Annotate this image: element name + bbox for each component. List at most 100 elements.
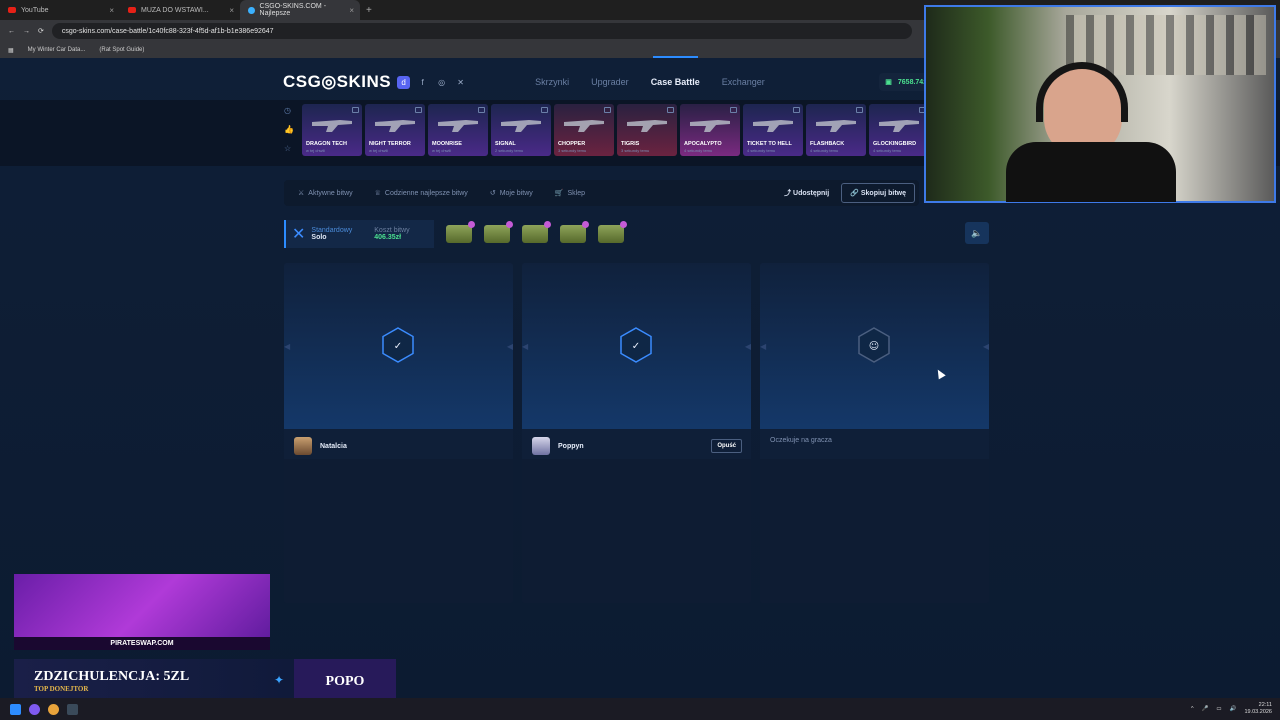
- tab-title: YouTube: [21, 6, 49, 14]
- site-logo[interactable]: CSG◎SKINS: [283, 72, 391, 92]
- weapon-icon: [375, 120, 415, 132]
- subnav-my-battles[interactable]: ↺ Moje bitwy: [489, 189, 533, 198]
- donor-sub: TOP DONEJTOR: [34, 685, 89, 693]
- app-icon[interactable]: [67, 703, 78, 715]
- drop-card[interactable]: TIGRIS 3 sekundy temu: [617, 104, 677, 156]
- copy-battle-button[interactable]: 🔗 Skopiuj bitwę: [841, 183, 915, 203]
- start-icon[interactable]: [10, 703, 21, 715]
- nav-upgrader[interactable]: Upgrader: [591, 77, 629, 87]
- case-icon[interactable]: [484, 221, 513, 243]
- drop-name: GLOCKINGBIRD: [873, 141, 917, 147]
- leave-button[interactable]: Opuść: [711, 439, 742, 453]
- apps-icon[interactable]: ▦: [8, 47, 14, 54]
- new-tab-button[interactable]: +: [366, 5, 372, 16]
- drop-card[interactable]: DRAGON TECH w tej chwili: [302, 104, 362, 156]
- close-icon[interactable]: ×: [109, 6, 114, 15]
- avatar: [294, 437, 312, 455]
- case-icon: [541, 107, 548, 113]
- subnav-daily-best[interactable]: ♕ Codzienne najlepsze bitwy: [375, 189, 468, 198]
- clock[interactable]: 22:11 19.03.2026: [1244, 702, 1272, 716]
- link-icon: 🔗: [850, 190, 859, 197]
- history-icon[interactable]: ◷: [284, 106, 294, 115]
- case-icon[interactable]: [560, 221, 589, 243]
- drop-card[interactable]: CHOPPER 3 sekundy temu: [554, 104, 614, 156]
- case-icon[interactable]: [598, 221, 627, 243]
- drop-card[interactable]: FLASHBACK 4 sekundy temu: [806, 104, 866, 156]
- case-icon[interactable]: [522, 221, 551, 243]
- app-icon[interactable]: [29, 703, 40, 715]
- url-field[interactable]: csgo-skins.com/case-battle/1c40fc88-323f…: [51, 23, 912, 39]
- player-name: Poppyn: [558, 442, 584, 450]
- discord-icon[interactable]: d: [397, 75, 411, 89]
- swords-icon: ⚔: [298, 190, 305, 197]
- nav-exchanger[interactable]: Exchanger: [722, 77, 765, 87]
- reload-icon[interactable]: ⟳: [38, 27, 44, 35]
- chevron-up-icon[interactable]: ^: [1191, 706, 1194, 712]
- drop-card[interactable]: APOCALYPTO 4 sekundy temu: [680, 104, 740, 156]
- case-icon: [793, 107, 800, 113]
- subnav-shop[interactable]: 🛒 Sklep: [555, 189, 585, 198]
- browser-tab-youtube[interactable]: YouTube ×: [0, 0, 120, 20]
- drop-card[interactable]: GLOCKINGBIRD 4 sekundy temu: [869, 104, 929, 156]
- arrow-right-icon: ◀: [744, 342, 751, 351]
- chrome-icon[interactable]: [48, 703, 59, 715]
- facebook-icon[interactable]: f: [416, 76, 429, 89]
- drop-card[interactable]: MOONRISE w tej chwili: [428, 104, 488, 156]
- clock-time: 22:11: [1258, 702, 1272, 708]
- network-icon[interactable]: ▭: [1216, 706, 1221, 712]
- cost-title: Koszt bitwy: [374, 227, 410, 234]
- browser-tab-muza[interactable]: MUZA DO WSTAWI... ×: [120, 0, 240, 20]
- tab-title: MUZA DO WSTAWI...: [141, 6, 209, 14]
- subnav-label: Aktywne bitwy: [308, 189, 353, 197]
- crossed-swords-icon: ✕: [292, 226, 306, 243]
- slot-items-area: [760, 459, 989, 603]
- drop-name: MOONRISE: [432, 141, 462, 147]
- system-tray: ^ 🎤 ▭ 🔊 22:11 19.03.2026: [1191, 702, 1280, 716]
- subnav-label: Sklep: [567, 189, 585, 197]
- star-icon[interactable]: ☆: [284, 144, 294, 153]
- youtube-icon: [128, 7, 136, 13]
- browser-tab-csgoskins[interactable]: CSGO-SKINS.COM - Najlepsze ×: [240, 0, 360, 20]
- mic-icon[interactable]: 🎤: [1202, 706, 1209, 712]
- drop-card[interactable]: TICKET TO HELL 4 sekundy temu: [743, 104, 803, 156]
- drop-card[interactable]: NIGHT TERROR w tej chwili: [365, 104, 425, 156]
- case-icon[interactable]: [446, 221, 475, 243]
- history-icon: ↺: [489, 190, 496, 197]
- back-icon[interactable]: ←: [8, 28, 15, 35]
- check-icon: ✓: [382, 327, 414, 363]
- share-icon: ⤴: [784, 190, 792, 197]
- instagram-icon[interactable]: ◎: [435, 76, 448, 89]
- arrow-left-icon: ◀: [522, 342, 529, 351]
- subnav-active-battles[interactable]: ⚔ Aktywne bitwy: [298, 189, 353, 198]
- drop-name: TICKET TO HELL: [747, 141, 792, 147]
- drop-time: w tej chwili: [306, 148, 326, 153]
- drop-time: w tej chwili: [432, 148, 452, 153]
- close-icon[interactable]: ×: [229, 6, 234, 15]
- x-icon[interactable]: ✕: [454, 76, 467, 89]
- thumbs-up-icon[interactable]: 👍: [284, 125, 294, 134]
- drop-name: SIGNAL: [495, 141, 516, 147]
- weapon-icon: [627, 120, 667, 132]
- drop-time: 3 sekundy temu: [621, 148, 650, 153]
- youtube-icon: [8, 7, 16, 13]
- site-header: CSG◎SKINS d f ◎ ✕ Skrzynki Upgrader Case…: [283, 56, 983, 94]
- nav-case-battle[interactable]: Case Battle: [651, 56, 700, 87]
- drop-time: 2 sekundy temu: [495, 148, 524, 153]
- svg-text:✓: ✓: [632, 341, 640, 352]
- nav-skrzynki[interactable]: Skrzynki: [535, 77, 569, 87]
- drop-card[interactable]: SIGNAL 2 sekundy temu: [491, 104, 551, 156]
- volume-icon[interactable]: 🔊: [1230, 706, 1237, 712]
- sound-toggle-button[interactable]: 🔈: [965, 222, 989, 244]
- copy-label: Skopiuj bitwę: [860, 190, 906, 197]
- share-button[interactable]: ⤴ Udostępnij: [784, 188, 829, 198]
- live-drops-list: DRAGON TECH w tej chwili NIGHT TERROR w tej…: [302, 104, 929, 156]
- drop-time: 4 sekundy temu: [810, 148, 839, 153]
- forward-icon[interactable]: →: [23, 28, 30, 35]
- mode-title: Standardowy: [311, 227, 353, 234]
- bookmark-item[interactable]: (Rat Spot Guide): [99, 47, 144, 53]
- bookmark-item[interactable]: My Winter Car Data...: [28, 47, 86, 53]
- close-icon[interactable]: ×: [349, 6, 354, 15]
- donor-main: ZDZICHULENCJA: 5ZL: [34, 669, 190, 684]
- drop-name: APOCALYPTO: [684, 141, 722, 147]
- arrow-right-icon: ◀: [506, 342, 513, 351]
